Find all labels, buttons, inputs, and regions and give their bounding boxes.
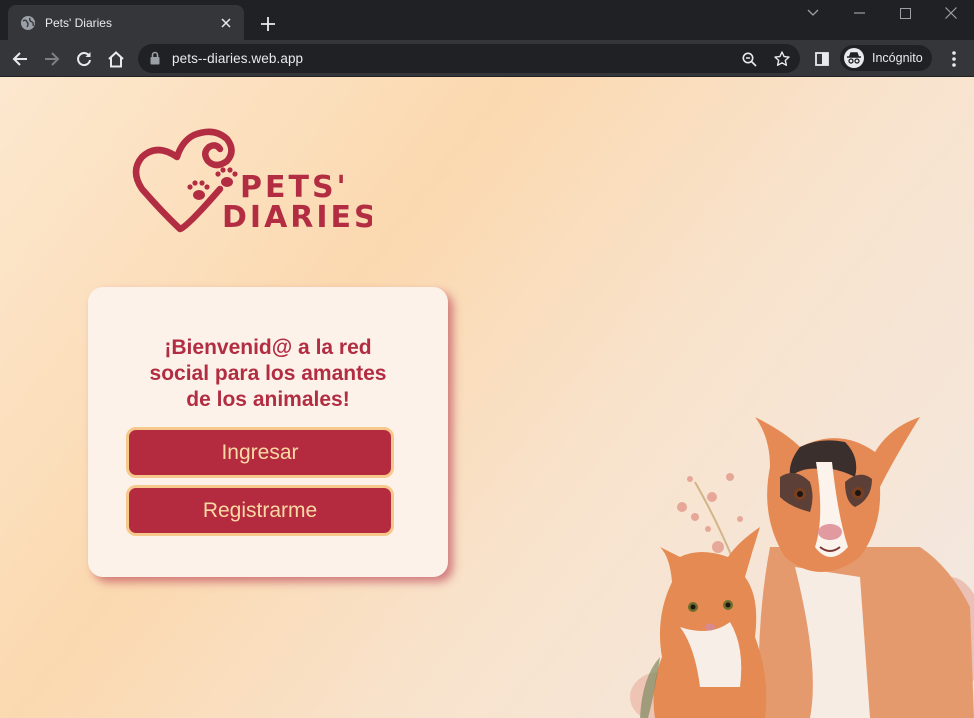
url-text[interactable]: pets--diaries.web.app [172,51,303,66]
star-icon [774,51,790,66]
register-button[interactable]: Registrarme [126,485,394,536]
globe-icon [21,15,35,30]
chevron-down-icon [807,9,819,16]
profile-button[interactable]: Incógnito [840,45,932,71]
welcome-heading: ¡Bienvenid@ a la red social para los ama… [149,336,387,411]
incognito-icon [844,48,864,68]
forward-button[interactable] [38,45,66,73]
maximize-icon [899,7,911,19]
arrow-right-icon [45,52,60,66]
maximize-button[interactable] [882,0,928,26]
minimize-icon [853,12,865,14]
bookmark-button[interactable] [771,48,793,70]
kebab-menu-icon [952,51,956,67]
pets-diaries-logo: PETS' DIARIES [132,128,372,235]
login-button[interactable]: Ingresar [126,427,394,478]
side-panel-button[interactable] [808,45,836,73]
menu-button[interactable] [940,45,968,73]
tab-title: Pets' Diaries [45,15,112,30]
home-icon [108,50,124,67]
window-close-button[interactable] [928,0,974,26]
dog-and-cat-illustration [630,417,974,718]
new-tab-button[interactable] [256,12,280,36]
tab-search-button[interactable] [790,0,836,26]
home-button[interactable] [102,45,130,73]
welcome-card: ¡Bienvenid@ a la red social para los ama… [88,287,448,577]
arrow-left-icon [12,52,27,66]
lock-icon[interactable] [150,51,160,65]
zoom-button[interactable] [738,48,760,70]
address-bar[interactable]: pets--diaries.web.app [138,44,800,73]
browser-toolbar: pets--diaries.web.app Incógnito [0,40,974,77]
reload-icon [77,52,91,67]
page-viewport: PETS' DIARIES ¡Bienvenid@ a la red socia… [0,77,974,718]
logo-text-diaries: DIARIES [222,200,372,235]
close-icon [945,7,957,19]
plus-icon [261,17,275,31]
close-icon[interactable] [218,15,234,31]
profile-label: Incógnito [872,51,923,65]
back-button[interactable] [6,45,34,73]
minimize-button[interactable] [836,0,882,26]
side-panel-icon [815,52,829,66]
zoom-icon [742,52,757,67]
browser-tab[interactable]: Pets' Diaries [8,5,244,40]
reload-button[interactable] [70,45,98,73]
tab-strip: Pets' Diaries [0,0,974,40]
